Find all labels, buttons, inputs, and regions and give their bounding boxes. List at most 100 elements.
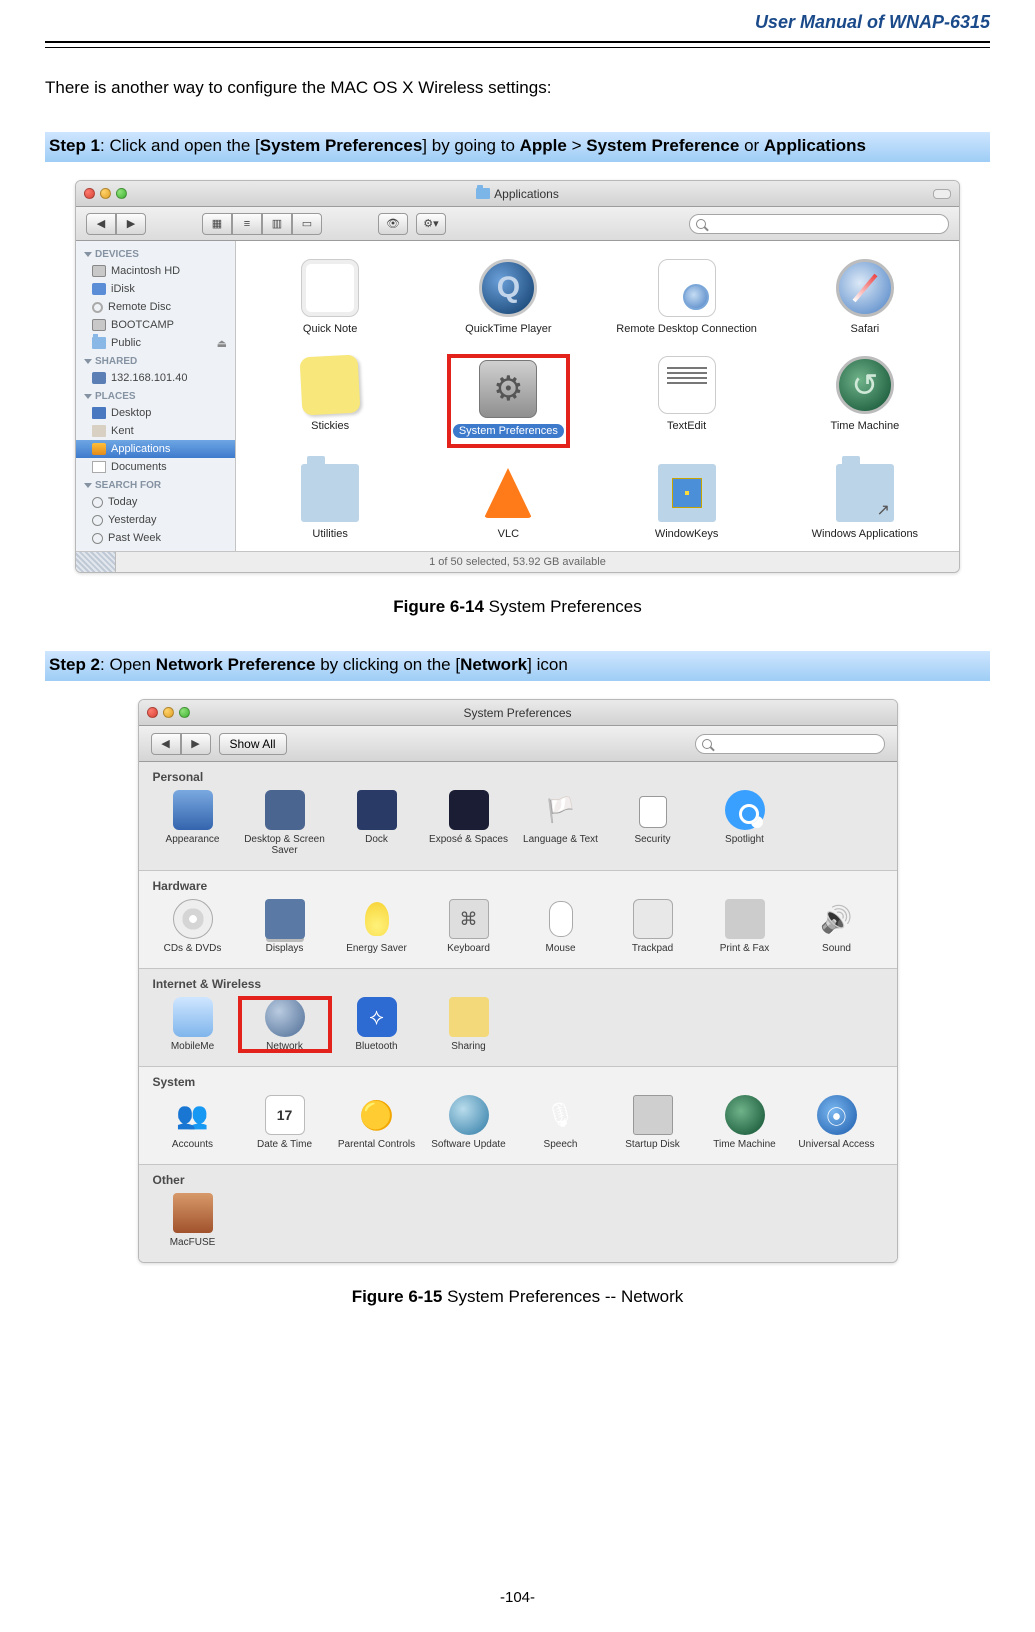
app-stickies[interactable]: Stickies <box>301 356 359 445</box>
sound-icon <box>817 899 857 939</box>
pref-universal-access[interactable]: Universal Access <box>791 1095 883 1150</box>
security-icon <box>633 790 673 830</box>
pref-datetime[interactable]: Date & Time <box>239 1095 331 1150</box>
nav-buttons[interactable]: ◀ ▶ <box>151 733 211 755</box>
startup-disk-icon <box>633 1095 673 1135</box>
pref-speech[interactable]: Speech <box>515 1095 607 1150</box>
app-windowkeys[interactable]: WindowKeys <box>655 464 719 543</box>
icon-grid: Quick Note QuickTime Player Remote Deskt… <box>236 241 959 551</box>
pref-accounts[interactable]: Accounts <box>147 1095 239 1150</box>
pref-bluetooth[interactable]: Bluetooth <box>331 997 423 1052</box>
sidebar-item-today[interactable]: Today <box>76 493 235 511</box>
show-all-button[interactable]: Show All <box>219 733 287 755</box>
network-icon <box>92 372 106 384</box>
spotlight-icon <box>725 790 765 830</box>
forward-button[interactable]: ▶ <box>181 733 211 755</box>
pref-security[interactable]: Security <box>607 790 699 856</box>
coverflow-view-button[interactable]: ▭ <box>292 213 322 235</box>
time-machine-icon <box>725 1095 765 1135</box>
pref-network[interactable]: Network <box>239 997 331 1052</box>
section-label: Hardware <box>139 877 897 899</box>
app-remote-desktop[interactable]: Remote Desktop Connection <box>616 259 757 338</box>
print-icon <box>725 899 765 939</box>
app-vlc[interactable]: VLC <box>479 464 537 543</box>
pref-cds[interactable]: CDs & DVDs <box>147 899 239 954</box>
pref-energy[interactable]: Energy Saver <box>331 899 423 954</box>
pref-startup-disk[interactable]: Startup Disk <box>607 1095 699 1150</box>
section-personal: Personal Appearance Desktop & Screen Sav… <box>139 762 897 871</box>
pref-software-update[interactable]: Software Update <box>423 1095 515 1150</box>
pref-mobileme[interactable]: MobileMe <box>147 997 239 1052</box>
app-safari[interactable]: Safari <box>836 259 894 338</box>
folder-icon <box>92 337 106 349</box>
sidebar-item-macintosh-hd[interactable]: Macintosh HD <box>76 262 235 280</box>
pref-keyboard[interactable]: Keyboard <box>423 899 515 954</box>
pref-trackpad[interactable]: Trackpad <box>607 899 699 954</box>
sidebar-item-yesterday[interactable]: Yesterday <box>76 511 235 529</box>
desktop-icon <box>92 407 106 419</box>
sidebar-item-public[interactable]: Public⏏ <box>76 334 235 352</box>
dock-icon <box>357 790 397 830</box>
search-input[interactable] <box>710 218 942 230</box>
mouse-icon <box>541 899 581 939</box>
app-system-preferences[interactable]: System Preferences <box>449 356 568 445</box>
sidebar-item-bootcamp[interactable]: BOOTCAMP <box>76 316 235 334</box>
search-field[interactable] <box>689 214 949 234</box>
column-view-button[interactable]: ▥ <box>262 213 292 235</box>
view-buttons[interactable]: ▦ ≡ ▥ ▭ <box>202 213 322 235</box>
pref-desktop[interactable]: Desktop & Screen Saver <box>239 790 331 856</box>
app-utilities[interactable]: Utilities <box>301 464 359 543</box>
pref-print[interactable]: Print & Fax <box>699 899 791 954</box>
section-label: System <box>139 1073 897 1095</box>
eject-icon[interactable]: ⏏ <box>217 337 227 350</box>
sidebar-item-desktop[interactable]: Desktop <box>76 404 235 422</box>
list-view-button[interactable]: ≡ <box>232 213 262 235</box>
pref-language[interactable]: Language & Text <box>515 790 607 856</box>
bluetooth-icon <box>357 997 397 1037</box>
sidebar-item-documents[interactable]: Documents <box>76 458 235 476</box>
safari-icon <box>836 259 894 317</box>
forward-button[interactable]: ▶ <box>116 213 146 235</box>
textedit-icon <box>658 356 716 414</box>
icon-view-button[interactable]: ▦ <box>202 213 232 235</box>
pref-displays[interactable]: Displays <box>239 899 331 954</box>
pref-sharing[interactable]: Sharing <box>423 997 515 1052</box>
sidebar-item-shared-host[interactable]: 132.168.101.40 <box>76 369 235 387</box>
sidebar-item-idisk[interactable]: iDisk <box>76 280 235 298</box>
sidebar-item-home[interactable]: Kent <box>76 422 235 440</box>
sysprefs-body: Personal Appearance Desktop & Screen Sav… <box>139 762 897 1262</box>
app-quicktime[interactable]: QuickTime Player <box>465 259 551 338</box>
nav-buttons[interactable]: ◀ ▶ <box>86 213 146 235</box>
pref-macfuse[interactable]: MacFUSE <box>147 1193 239 1248</box>
sidebar-item-past-week[interactable]: Past Week <box>76 529 235 547</box>
search-icon <box>696 219 706 229</box>
pref-dock[interactable]: Dock <box>331 790 423 856</box>
quicklook-button[interactable]: 👁 <box>378 213 408 235</box>
pref-spotlight[interactable]: Spotlight <box>699 790 791 856</box>
sidebar-item-remote-disc[interactable]: Remote Disc <box>76 298 235 316</box>
pref-mouse[interactable]: Mouse <box>515 899 607 954</box>
back-button[interactable]: ◀ <box>86 213 116 235</box>
app-textedit[interactable]: TextEdit <box>658 356 716 445</box>
pref-expose[interactable]: Exposé & Spaces <box>423 790 515 856</box>
back-button[interactable]: ◀ <box>151 733 181 755</box>
time-machine-icon <box>836 356 894 414</box>
app-windows-applications[interactable]: Windows Applications <box>812 464 918 543</box>
pref-parental[interactable]: Parental Controls <box>331 1095 423 1150</box>
universal-access-icon <box>817 1095 857 1135</box>
pref-appearance[interactable]: Appearance <box>147 790 239 856</box>
section-label: Internet & Wireless <box>139 975 897 997</box>
sidebar-item-applications[interactable]: Applications <box>76 440 235 458</box>
app-quick-note[interactable]: Quick Note <box>301 259 359 338</box>
finder-sidebar: DEVICES Macintosh HD iDisk Remote Disc B… <box>76 241 236 551</box>
expose-icon <box>449 790 489 830</box>
system-preferences-icon <box>479 360 537 418</box>
software-update-icon <box>449 1095 489 1135</box>
section-label: Personal <box>139 768 897 790</box>
search-field[interactable] <box>695 734 885 754</box>
app-time-machine[interactable]: Time Machine <box>831 356 900 445</box>
displays-icon <box>265 899 305 939</box>
pref-time-machine[interactable]: Time Machine <box>699 1095 791 1150</box>
pref-sound[interactable]: Sound <box>791 899 883 954</box>
action-button[interactable]: ⚙▾ <box>416 213 446 235</box>
